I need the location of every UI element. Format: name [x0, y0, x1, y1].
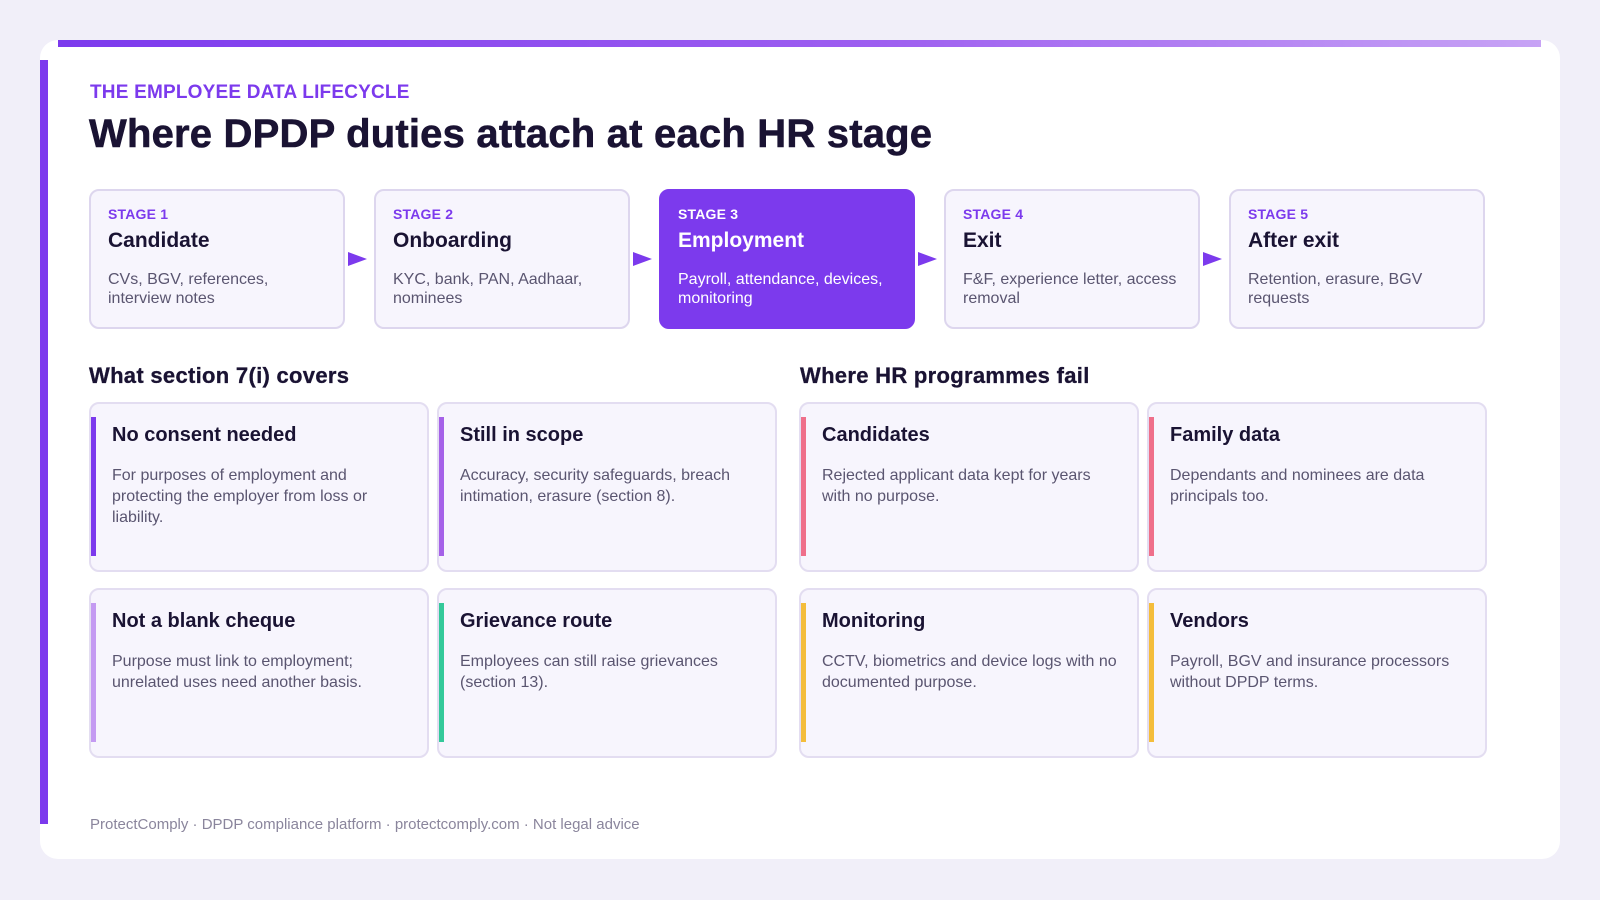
card-title: Candidates — [822, 424, 930, 446]
fails-card-monitoring: Monitoring CCTV, biometrics and device l… — [799, 588, 1139, 758]
footer-text: ProtectComply · DPDP compliance platform… — [90, 816, 640, 833]
covers-card-no-consent: No consent needed For purposes of employ… — [89, 402, 429, 572]
left-accent-bar — [40, 60, 48, 824]
accent-stripe — [439, 603, 444, 742]
stage-name: Exit — [963, 229, 1002, 252]
top-accent-bar — [58, 40, 1541, 47]
accent-stripe — [439, 417, 444, 556]
card-description: Purpose must link to employment; unrelat… — [112, 653, 362, 691]
stage-3-card: STAGE 3 Employment Payroll, attendance, … — [659, 189, 915, 329]
fails-heading: Where HR programmes fail — [800, 363, 1090, 388]
stage-1-card: STAGE 1 Candidate CVs, BGV, references, … — [89, 189, 345, 329]
arrow-right-icon — [633, 252, 652, 266]
eyebrow-label: THE EMPLOYEE DATA LIFECYCLE — [90, 82, 410, 103]
lifecycle-stages: STAGE 1 Candidate CVs, BGV, references, … — [89, 189, 1503, 329]
stage-description: F&F, experience letter, access removal — [963, 271, 1177, 307]
stage-name: Onboarding — [393, 229, 512, 252]
stage-description: Retention, erasure, BGV requests — [1248, 271, 1423, 307]
accent-stripe — [1149, 603, 1154, 742]
stage-2-card: STAGE 2 Onboarding KYC, bank, PAN, Aadha… — [374, 189, 630, 329]
card-title: Not a blank cheque — [112, 610, 296, 632]
slide-card: THE EMPLOYEE DATA LIFECYCLE Where DPDP d… — [40, 40, 1560, 859]
accent-stripe — [801, 603, 806, 742]
arrow-right-icon — [1203, 252, 1222, 266]
arrow-right-icon — [348, 252, 367, 266]
stage-4-card: STAGE 4 Exit F&F, experience letter, acc… — [944, 189, 1200, 329]
fails-card-vendors: Vendors Payroll, BGV and insurance proce… — [1147, 588, 1487, 758]
card-description: Payroll, BGV and insurance processors wi… — [1170, 653, 1450, 691]
accent-stripe — [91, 417, 96, 556]
fails-card-candidates: Candidates Rejected applicant data kept … — [799, 402, 1139, 572]
stage-description: Payroll, attendance, devices, monitoring — [678, 271, 883, 307]
page-title: Where DPDP duties attach at each HR stag… — [89, 112, 933, 157]
stage-description: KYC, bank, PAN, Aadhaar, nominees — [393, 271, 583, 307]
covers-heading: What section 7(i) covers — [89, 363, 350, 388]
accent-stripe — [1149, 417, 1154, 556]
stage-description: CVs, BGV, references, interview notes — [108, 271, 269, 307]
card-title: Family data — [1170, 424, 1281, 446]
card-title: Vendors — [1170, 610, 1249, 632]
stage-number: STAGE 4 — [963, 206, 1024, 222]
stage-number: STAGE 5 — [1248, 206, 1309, 222]
accent-stripe — [801, 417, 806, 556]
card-description: Rejected applicant data kept for years w… — [822, 467, 1091, 505]
stage-number: STAGE 3 — [678, 206, 739, 222]
arrow-right-icon — [918, 252, 937, 266]
card-description: CCTV, biometrics and device logs with no… — [822, 653, 1117, 691]
card-description: Dependants and nominees are data princip… — [1170, 467, 1425, 505]
stage-name: After exit — [1248, 229, 1340, 252]
covers-card-not-blank-cheque: Not a blank cheque Purpose must link to … — [89, 588, 429, 758]
card-title: Grievance route — [460, 610, 613, 632]
card-description: Employees can still raise grievances (se… — [460, 653, 718, 691]
stage-number: STAGE 2 — [393, 206, 454, 222]
stage-name: Candidate — [108, 229, 210, 252]
card-description: For purposes of employment and protectin… — [112, 467, 368, 526]
card-title: Still in scope — [460, 424, 584, 446]
accent-stripe — [91, 603, 96, 742]
covers-card-grievance-route: Grievance route Employees can still rais… — [437, 588, 777, 758]
card-description: Accuracy, security safeguards, breach in… — [460, 467, 731, 505]
stage-5-card: STAGE 5 After exit Retention, erasure, B… — [1229, 189, 1485, 329]
fails-card-family-data: Family data Dependants and nominees are … — [1147, 402, 1487, 572]
card-title: Monitoring — [822, 610, 926, 632]
stage-number: STAGE 1 — [108, 206, 169, 222]
card-title: No consent needed — [112, 424, 297, 446]
stage-name: Employment — [678, 229, 805, 252]
covers-card-still-in-scope: Still in scope Accuracy, security safegu… — [437, 402, 777, 572]
